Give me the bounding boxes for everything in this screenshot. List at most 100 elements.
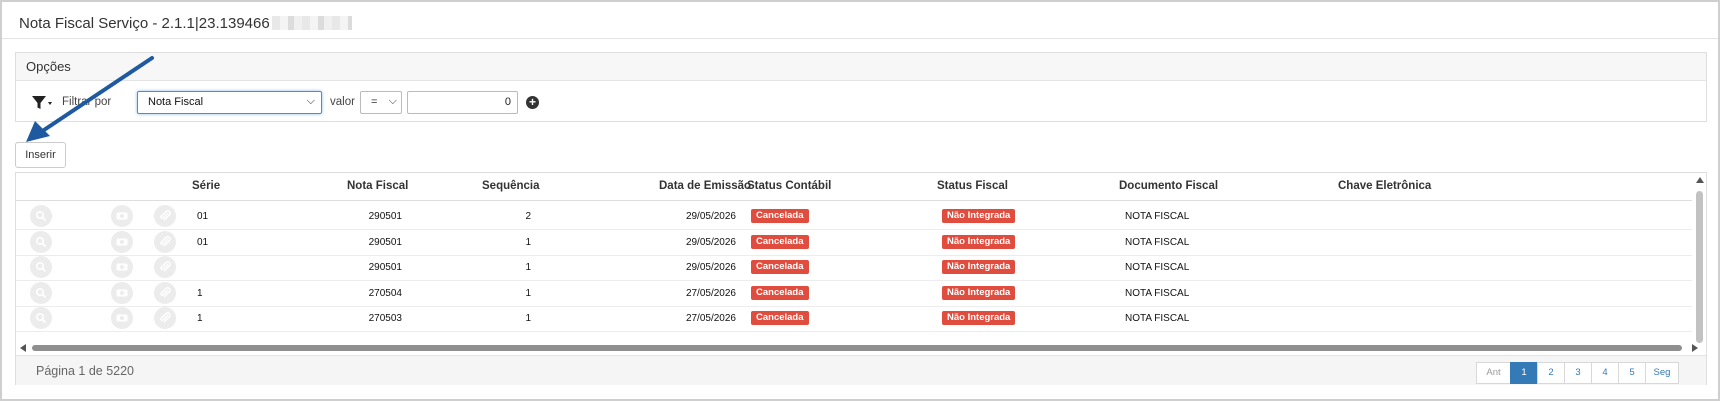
grid-header: Série Nota Fiscal Sequência Data de Emis… <box>16 173 1692 201</box>
col-status-contabil[interactable]: Status Contábil <box>747 180 831 192</box>
col-status-fiscal[interactable]: Status Fiscal <box>937 180 1008 192</box>
attachment-icon[interactable] <box>154 256 176 279</box>
valor-label: valor <box>330 96 355 108</box>
data-grid: Série Nota Fiscal Sequência Data de Emis… <box>15 172 1707 385</box>
insert-button[interactable]: Inserir <box>15 142 66 168</box>
search-icon[interactable] <box>30 307 52 330</box>
col-nota-fiscal[interactable]: Nota Fiscal <box>347 180 408 192</box>
search-icon[interactable] <box>30 205 52 227</box>
cell-nota-fiscal: 270503 <box>368 313 402 325</box>
col-sequencia[interactable]: Sequência <box>482 180 540 192</box>
grid-footer: Página 1 de 5220 Ant 1 2 3 4 5 Seg <box>16 355 1706 385</box>
cell-data-emissao: 29/05/2026 <box>685 262 736 274</box>
scroll-up-icon[interactable] <box>1696 177 1704 183</box>
status-fiscal-badge: Não Integrada <box>942 209 1016 223</box>
table-row[interactable]: 1 270503 1 27/05/2026 NOTA FISCAL Cancelada Nã… <box>16 304 1692 333</box>
cell-serie: 01 <box>197 211 209 222</box>
table-row[interactable]: 01 290501 2 29/05/2026 NOTA FISCAL Cancelada N… <box>16 202 1692 230</box>
scroll-right-icon[interactable] <box>1692 344 1698 352</box>
cell-serie: 1 <box>197 313 203 325</box>
cell-serie: 1 <box>197 287 203 299</box>
cell-nota-fiscal: 270504 <box>368 287 402 299</box>
attachment-icon[interactable] <box>154 307 176 330</box>
view-icon[interactable] <box>111 307 133 330</box>
view-icon[interactable] <box>111 230 133 253</box>
view-icon[interactable] <box>111 256 133 279</box>
redacted-text <box>271 16 352 30</box>
status-contabil-badge: Cancelada <box>751 285 809 300</box>
cell-documento-fiscal: NOTA FISCAL <box>1125 236 1190 248</box>
operator-select[interactable]: = ⌵ <box>360 91 402 114</box>
page-button-1[interactable]: 1 <box>1510 362 1538 384</box>
cell-sequencia: 2 <box>525 211 531 222</box>
search-icon[interactable] <box>30 230 52 253</box>
cell-sequencia: 1 <box>525 236 531 248</box>
pagination: Ant 1 2 3 4 5 Seg <box>1476 362 1679 384</box>
filter-value-input[interactable]: 0 <box>407 91 518 114</box>
vertical-scrollbar[interactable] <box>1694 173 1706 345</box>
page-button-2[interactable]: 2 <box>1537 362 1565 384</box>
col-documento-fiscal[interactable]: Documento Fiscal <box>1119 180 1218 192</box>
col-serie[interactable]: Série <box>192 180 220 192</box>
cell-documento-fiscal: NOTA FISCAL <box>1125 287 1190 299</box>
filter-label: Filtrar por <box>62 96 112 108</box>
table-row[interactable]: 290501 1 29/05/2026 NOTA FISCAL Cancelada Não… <box>16 253 1692 282</box>
scroll-left-icon[interactable] <box>20 344 26 352</box>
status-fiscal-badge: Não Integrada <box>942 285 1016 300</box>
view-icon[interactable] <box>111 281 133 304</box>
operator-value: = <box>371 96 378 108</box>
search-icon[interactable] <box>30 256 52 279</box>
options-heading: Opções <box>16 53 1706 81</box>
page-button-4[interactable]: 4 <box>1591 362 1619 384</box>
cell-nota-fiscal: 290501 <box>368 211 402 222</box>
cell-data-emissao: 29/05/2026 <box>685 236 736 248</box>
cell-documento-fiscal: NOTA FISCAL <box>1125 211 1190 222</box>
window-title: Nota Fiscal Serviço - 2.1.1|23.139466 <box>19 15 352 32</box>
vertical-scroll-thumb[interactable] <box>1696 191 1703 343</box>
cell-sequencia: 1 <box>525 287 531 299</box>
next-page-button[interactable]: Seg <box>1645 362 1679 384</box>
status-contabil-badge: Cancelada <box>751 234 809 249</box>
page-info: Página 1 de 5220 <box>36 364 135 378</box>
filter-icon[interactable] <box>30 94 54 112</box>
cell-sequencia: 1 <box>525 262 531 274</box>
col-data-emissao[interactable]: Data de Emissão <box>659 180 751 192</box>
chevron-down-icon: ⌵ <box>306 95 315 107</box>
horizontal-scroll-thumb[interactable] <box>32 345 1682 351</box>
plus-circle-icon[interactable]: + <box>526 96 539 109</box>
prev-page-button[interactable]: Ant <box>1476 362 1511 384</box>
search-icon[interactable] <box>30 281 52 304</box>
attachment-icon[interactable] <box>154 281 176 304</box>
options-panel: Opções Filtrar por Nota Fiscal ⌵ valor =… <box>15 52 1707 122</box>
filter-field-value: Nota Fiscal <box>148 96 204 108</box>
title-divider <box>2 38 1718 39</box>
app-window: Nota Fiscal Serviço - 2.1.1|23.139466 Op… <box>0 0 1720 401</box>
cell-sequencia: 1 <box>525 313 531 325</box>
cell-nota-fiscal: 290501 <box>368 236 402 248</box>
cell-data-emissao: 29/05/2026 <box>685 211 736 222</box>
filter-field-select[interactable]: Nota Fiscal ⌵ <box>137 91 322 114</box>
status-contabil-badge: Cancelada <box>751 311 809 326</box>
status-fiscal-badge: Não Integrada <box>942 260 1016 275</box>
status-fiscal-badge: Não Integrada <box>942 234 1016 249</box>
attachment-icon[interactable] <box>154 205 176 227</box>
table-row[interactable]: 01 290501 1 29/05/2026 NOTA FISCAL Cancelada N… <box>16 228 1692 256</box>
col-chave-eletronica[interactable]: Chave Eletrônica <box>1338 180 1431 192</box>
view-icon[interactable] <box>111 205 133 227</box>
cell-documento-fiscal: NOTA FISCAL <box>1125 313 1190 325</box>
page-button-3[interactable]: 3 <box>1564 362 1592 384</box>
status-contabil-badge: Cancelada <box>751 209 809 223</box>
cell-documento-fiscal: NOTA FISCAL <box>1125 262 1190 274</box>
chevron-down-icon: ⌵ <box>388 95 397 107</box>
page-button-5[interactable]: 5 <box>1618 362 1646 384</box>
filter-row: Filtrar por Nota Fiscal ⌵ valor = ⌵ 0 + <box>30 91 1720 115</box>
status-contabil-badge: Cancelada <box>751 260 809 275</box>
cell-data-emissao: 27/05/2026 <box>685 287 736 299</box>
horizontal-scrollbar[interactable] <box>16 343 1698 353</box>
table-row[interactable]: 1 270504 1 27/05/2026 NOTA FISCAL Cancelada Nã… <box>16 279 1692 307</box>
cell-nota-fiscal: 290501 <box>368 262 402 274</box>
cell-data-emissao: 27/05/2026 <box>685 313 736 325</box>
attachment-icon[interactable] <box>154 230 176 253</box>
status-fiscal-badge: Não Integrada <box>942 311 1016 326</box>
cell-serie: 01 <box>197 236 209 248</box>
